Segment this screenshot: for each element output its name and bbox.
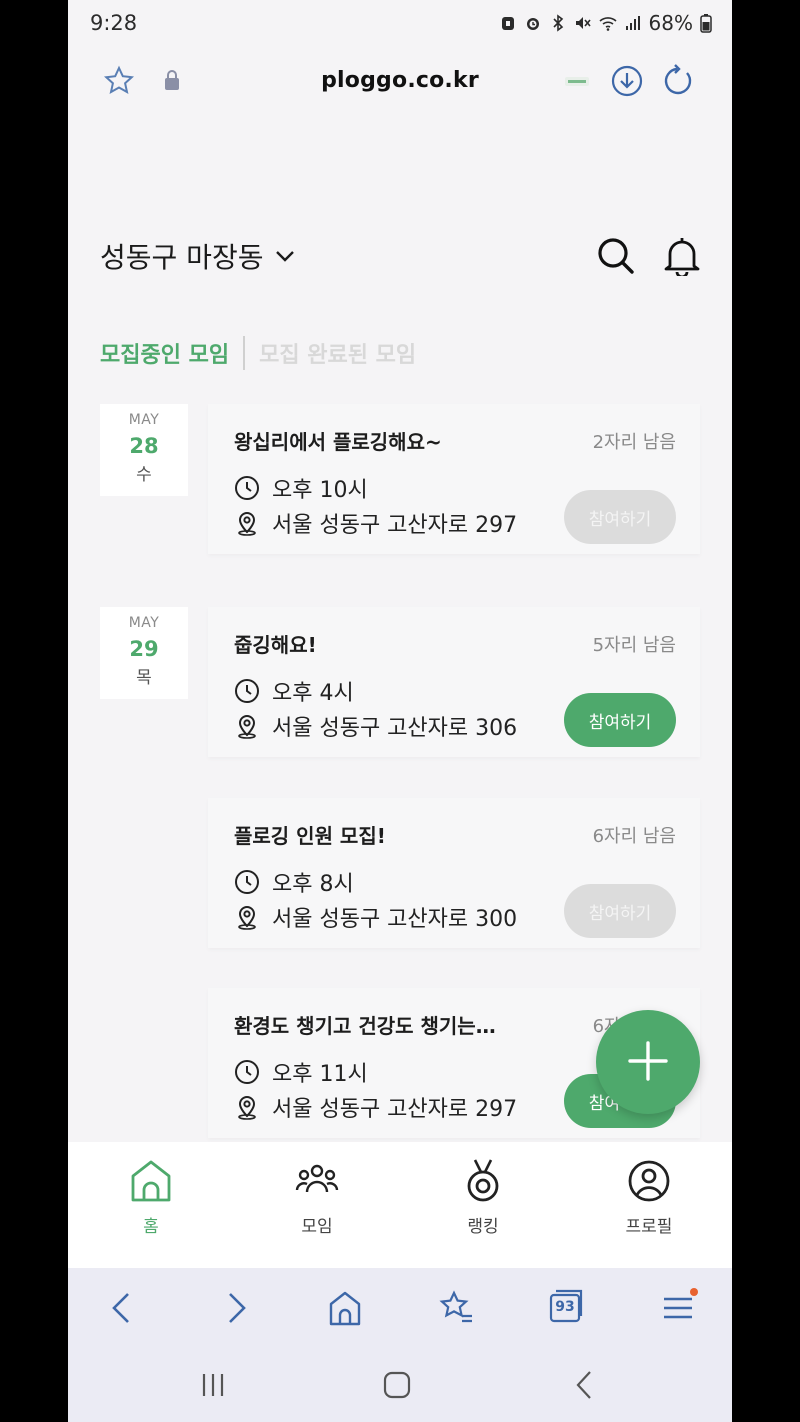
- seats-remaining: 6자리 남음: [592, 826, 676, 847]
- tabs-button[interactable]: 93: [546, 1286, 588, 1328]
- meetup-place: 서울 성동구 고산자로 306: [272, 716, 518, 741]
- seats-remaining: 5자리 남음: [592, 635, 676, 656]
- system-home-icon[interactable]: [380, 1368, 414, 1402]
- battery-icon: [700, 14, 712, 33]
- phone-screen: 9:28 68% ploggo.co.kr 성동구 마장동 모집중인 모임 모집…: [68, 0, 732, 1422]
- recent-apps-icon[interactable]: [196, 1368, 230, 1402]
- join-button[interactable]: 참여하기: [564, 490, 676, 544]
- nav-item-ranking[interactable]: 랭킹: [400, 1142, 566, 1268]
- lock-screen-icon: [501, 17, 514, 30]
- alarm-icon: [526, 18, 539, 30]
- meetup-card[interactable]: 왕십리에서 플로깅해요~ 2자리 남음 오후 10시 서울 성동구 고산자로 2…: [208, 404, 700, 554]
- clock-icon: [235, 870, 259, 894]
- mute-icon: [575, 17, 591, 29]
- forward-icon[interactable]: [216, 1288, 256, 1328]
- meetup-time-row: 오후 8시: [234, 866, 354, 898]
- reload-icon[interactable]: [662, 64, 696, 98]
- meetup-time-row: 오후 4시: [234, 675, 354, 707]
- nav-label-profile: 프로필: [625, 1217, 673, 1237]
- location-pin-icon: [238, 715, 256, 739]
- meetup-time-row: 오후 10시: [234, 472, 368, 504]
- join-button[interactable]: 참여하기: [564, 884, 676, 938]
- clock-icon: [235, 476, 259, 500]
- status-icons: 68%: [499, 11, 712, 35]
- battery-percent: 68%: [648, 11, 693, 35]
- create-meetup-fab[interactable]: [596, 1010, 700, 1114]
- meetup-time: 오후 11시: [272, 1062, 368, 1087]
- date-day: 29: [129, 637, 159, 661]
- browser-toolbar: 93: [68, 1268, 732, 1348]
- meetup-time: 오후 10시: [272, 478, 368, 503]
- date-weekday: 목: [136, 668, 152, 688]
- date-day: 28: [129, 434, 159, 458]
- browser-address-bar: ploggo.co.kr: [68, 50, 732, 118]
- meetup-place: 서울 성동구 고산자로 300: [272, 907, 518, 932]
- bottom-nav: 홈 모임 랭킹 프로필: [68, 1142, 732, 1268]
- nav-item-profile[interactable]: 프로필: [566, 1142, 732, 1268]
- nav-item-group[interactable]: 모임: [234, 1142, 400, 1268]
- location-pin-icon: [238, 512, 256, 536]
- clock-icon: [235, 1060, 259, 1084]
- search-icon[interactable]: [596, 236, 636, 276]
- date-month: MAY: [128, 615, 160, 631]
- status-time: 9:28: [90, 11, 138, 35]
- bookmarks-icon[interactable]: [436, 1288, 476, 1328]
- location-pin-icon: [238, 1096, 256, 1120]
- date-month: MAY: [128, 412, 160, 428]
- meetup-time: 오후 4시: [272, 681, 354, 706]
- meetup-time-row: 오후 11시: [234, 1056, 368, 1088]
- bluetooth-icon: [552, 14, 563, 32]
- location-pin-icon: [238, 906, 256, 930]
- location-selector[interactable]: 성동구 마장동: [100, 236, 297, 276]
- bell-icon[interactable]: [662, 234, 702, 276]
- meetup-place-row: 서울 성동구 고산자로 297: [234, 507, 517, 539]
- browser-home-icon[interactable]: [325, 1288, 365, 1328]
- menu-icon[interactable]: [658, 1288, 698, 1328]
- meetup-title: 환경도 챙기고 건강도 챙기는…: [234, 1014, 496, 1038]
- meetup-card[interactable]: 줍깅해요! 5자리 남음 오후 4시 서울 성동구 고산자로 306 참여하기: [208, 607, 700, 757]
- system-back-icon[interactable]: [568, 1368, 602, 1402]
- meetup-title: 줍깅해요!: [234, 633, 317, 657]
- location-label: 성동구 마장동: [100, 241, 264, 274]
- status-bar: 9:28 68%: [68, 0, 732, 50]
- meetup-title: 플로깅 인원 모집!: [234, 824, 386, 848]
- plus-icon: [628, 1040, 668, 1081]
- clock-icon: [235, 679, 259, 703]
- join-button[interactable]: 참여하기: [564, 693, 676, 747]
- meetup-card[interactable]: 플로깅 인원 모집! 6자리 남음 오후 8시 서울 성동구 고산자로 300 …: [208, 798, 700, 948]
- wifi-icon: [599, 17, 617, 31]
- seats-remaining: 2자리 남음: [592, 432, 676, 453]
- meetup-time: 오후 8시: [272, 872, 354, 897]
- date-badge: MAY 28 수: [100, 404, 188, 496]
- nav-item-home[interactable]: 홈: [68, 1142, 234, 1268]
- system-navigation-bar: [68, 1348, 732, 1422]
- tab-recruiting[interactable]: 모집중인 모임: [100, 337, 229, 369]
- tab-completed[interactable]: 모집 완료된 모임: [259, 337, 416, 369]
- date-badge: MAY 29 목: [100, 607, 188, 699]
- signal-icon: [625, 16, 640, 30]
- nav-label-ranking: 랭킹: [467, 1217, 499, 1237]
- meetup-place: 서울 성동구 고산자로 297: [272, 513, 518, 538]
- meetup-place-row: 서울 성동구 고산자로 306: [234, 710, 517, 742]
- medal-icon: [467, 1159, 499, 1202]
- tab-count: 93: [555, 1299, 575, 1315]
- tab-divider: [243, 336, 246, 370]
- nav-label-home: 홈: [143, 1217, 159, 1237]
- meetup-tabs: 모집중인 모임 모집 완료된 모임: [100, 336, 416, 370]
- meetup-place: 서울 성동구 고산자로 297: [272, 1097, 518, 1122]
- profile-icon: [628, 1160, 670, 1202]
- date-weekday: 수: [136, 465, 152, 485]
- nav-label-group: 모임: [301, 1217, 333, 1237]
- site-favicon-icon: [565, 77, 589, 86]
- download-icon[interactable]: [610, 64, 644, 98]
- back-icon[interactable]: [102, 1288, 142, 1328]
- chevron-down-icon: [276, 251, 295, 262]
- meetup-place-row: 서울 성동구 고산자로 297: [234, 1091, 517, 1123]
- group-icon: [295, 1164, 339, 1193]
- home-icon: [131, 1160, 171, 1202]
- meetup-title: 왕십리에서 플로깅해요~: [234, 430, 442, 454]
- meetup-place-row: 서울 성동구 고산자로 300: [234, 901, 517, 933]
